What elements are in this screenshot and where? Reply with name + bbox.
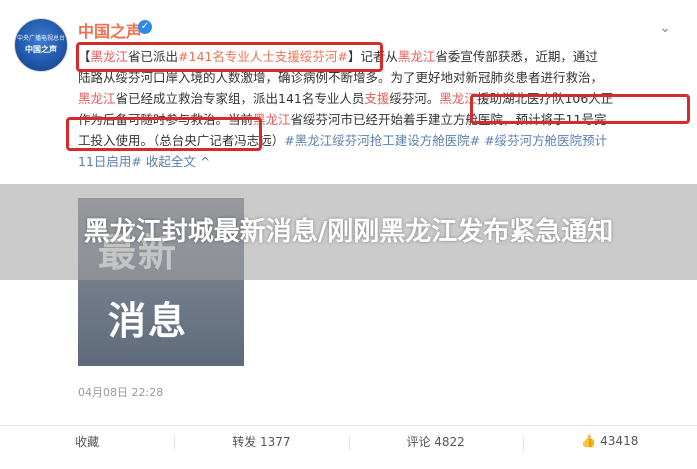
post-footer: 收藏 转发 1377 评论 4822 👍 43418 xyxy=(0,425,697,456)
headline-title: 黑龙江封城最新消息/刚刚黑龙江发布紧急通知 xyxy=(83,217,614,247)
hashtag-link[interactable]: #141名专业人士支援绥芬河# xyxy=(178,49,348,64)
weibo-post: 中央广播电视总台 中国之声 中国之声 ✓ ⌄ 【黑龙江省已派出#141名专业人士… xyxy=(0,0,697,469)
hashtag-link[interactable]: #黑龙江绥芬河抢工建设方舱医院# xyxy=(284,133,480,148)
post-line: 陆路从绥芬河口岸入境的人数激增，确诊病例不断增多。为了更好地对新冠肺炎患者进行救… xyxy=(78,70,604,85)
post-line: 作为后备可随时参与救治。当前黑龙江省绥芬河市已经开始着手建立方舱医院，预计将于1… xyxy=(78,112,607,127)
avatar-text: 中国之声 xyxy=(25,45,57,54)
chevron-down-icon[interactable]: ⌄ xyxy=(659,20,671,36)
avatar[interactable]: 中央广播电视总台 中国之声 xyxy=(14,18,68,72)
like-count: 43418 xyxy=(600,434,639,448)
post-text: 【黑龙江省已派出#141名专业人士支援绥芬河#】记者从黑龙江省委宣传部获悉，近期… xyxy=(78,46,678,172)
hashtag-link[interactable]: #绥芬河方舱医院预计 xyxy=(484,133,607,148)
like-button[interactable]: 👍 43418 xyxy=(522,434,697,451)
verified-icon: ✓ xyxy=(138,20,152,34)
post-line: 工投入使用。（总台央广记者冯志远）#黑龙江绥芬河抢工建设方舱医院# #绥芬河方舱… xyxy=(78,133,608,148)
post-line: 【黑龙江省已派出#141名专业人士支援绥芬河#】记者从黑龙江省委宣传部获悉，近期… xyxy=(78,49,598,64)
post-line: 黑龙江省已经成立救治专家组，派出141名专业人员支援绥芬河。黑龙江援助湖北医疗队… xyxy=(78,91,614,106)
favorite-button[interactable]: 收藏 xyxy=(0,433,174,450)
headline-overlay: 黑龙江封城最新消息/刚刚黑龙江发布紧急通知 xyxy=(0,184,697,280)
hashtag-link[interactable]: 11日启用# xyxy=(78,154,142,169)
repost-button[interactable]: 转发 1377 xyxy=(174,433,348,450)
account-name[interactable]: 中国之声 xyxy=(78,18,142,42)
post-date[interactable]: 04月08日 22:28 xyxy=(78,384,163,400)
image-text: 消息 xyxy=(108,299,189,343)
avatar-small-text: 中央广播电视总台 xyxy=(16,35,65,42)
comment-button[interactable]: 评论 4822 xyxy=(348,433,523,450)
thumbs-up-icon: 👍 xyxy=(581,434,597,448)
collapse-text-link[interactable]: 收起全文 ^ xyxy=(146,154,210,169)
post-line: 11日启用# 收起全文 ^ xyxy=(78,151,678,172)
